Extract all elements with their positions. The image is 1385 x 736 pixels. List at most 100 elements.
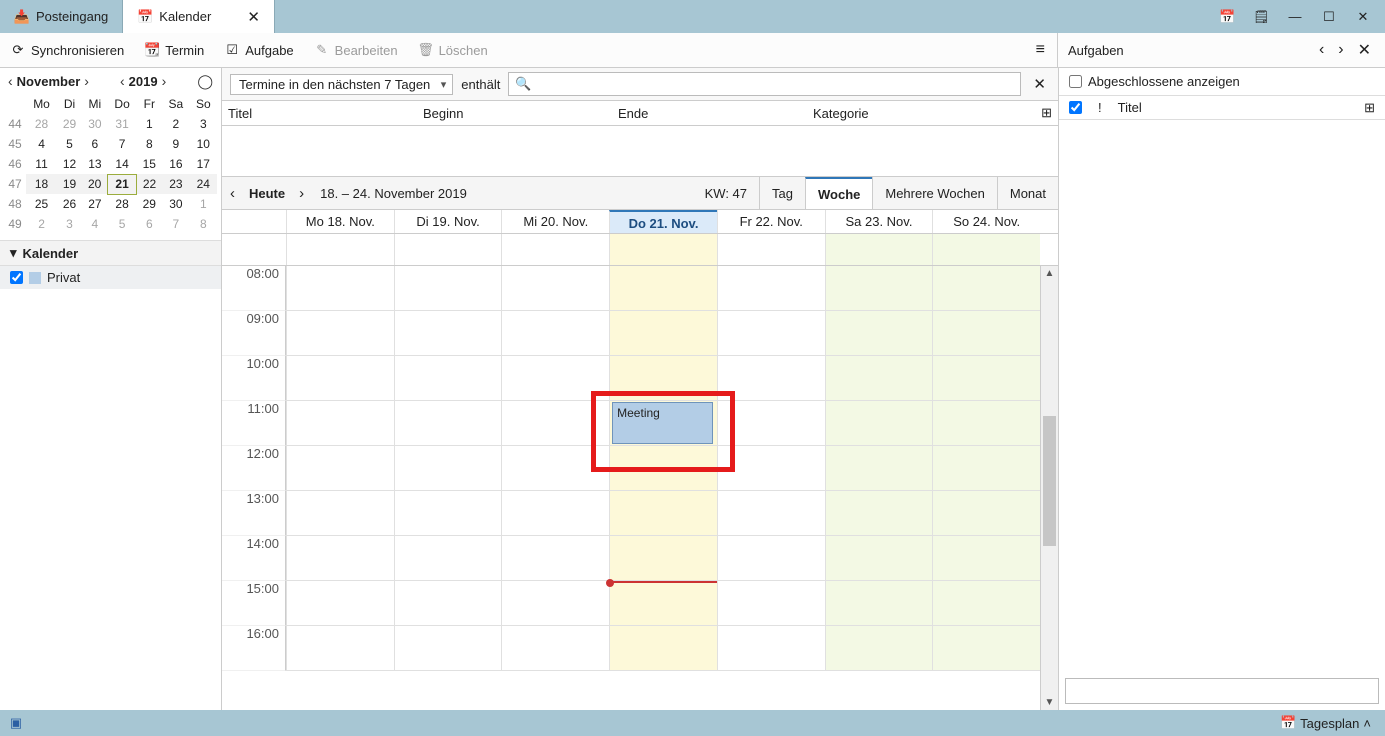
- time-slot[interactable]: [932, 356, 1040, 401]
- tasks-quick-icon[interactable]: 🗒: [1253, 9, 1269, 25]
- minical-day[interactable]: 13: [82, 154, 108, 174]
- minical-day[interactable]: 2: [162, 114, 189, 134]
- minical-day[interactable]: 12: [57, 154, 82, 174]
- list-options-icon[interactable]: ⊞: [1035, 105, 1058, 121]
- time-slot[interactable]: [717, 581, 825, 626]
- minical-day[interactable]: 7: [162, 214, 189, 234]
- minical-day[interactable]: 21: [108, 174, 137, 194]
- time-slot[interactable]: [501, 491, 609, 536]
- time-slot[interactable]: [501, 536, 609, 581]
- tasks-select-all-checkbox[interactable]: [1069, 101, 1082, 114]
- minical-day[interactable]: 25: [26, 194, 57, 214]
- calendars-section-header[interactable]: ▾ Kalender: [0, 240, 221, 266]
- minical-day[interactable]: 29: [136, 194, 162, 214]
- today-jump-button[interactable]: ◯: [195, 73, 215, 90]
- col-end[interactable]: Ende: [612, 106, 807, 121]
- time-slot[interactable]: [286, 536, 394, 581]
- time-slot[interactable]: [394, 401, 502, 446]
- filter-dropdown[interactable]: Termine in den nächsten 7 Tagen: [230, 74, 453, 95]
- day-header[interactable]: Do 21. Nov.: [609, 210, 717, 233]
- day-header[interactable]: Mo 18. Nov.: [286, 210, 394, 233]
- time-slot[interactable]: [394, 626, 502, 671]
- menu-button[interactable]: ≡: [1024, 41, 1057, 59]
- minical-day[interactable]: 28: [108, 194, 137, 214]
- minical-day[interactable]: 2: [26, 214, 57, 234]
- time-slot[interactable]: [825, 626, 933, 671]
- new-event-button[interactable]: 📆Termin: [134, 33, 214, 67]
- time-slot[interactable]: [932, 581, 1040, 626]
- tab-inbox[interactable]: 📥 Posteingang: [0, 0, 123, 33]
- minical-day[interactable]: 28: [26, 114, 57, 134]
- time-slot[interactable]: [609, 626, 717, 671]
- minical-day[interactable]: 30: [162, 194, 189, 214]
- minical-day[interactable]: 10: [190, 134, 217, 154]
- show-completed-checkbox[interactable]: [1069, 75, 1082, 88]
- minical-day[interactable]: 19: [57, 174, 82, 194]
- time-slot[interactable]: [286, 446, 394, 491]
- time-slot[interactable]: [932, 536, 1040, 581]
- day-plan-button[interactable]: 📅 Tagesplan ˄: [1274, 713, 1377, 733]
- col-begin[interactable]: Beginn: [417, 106, 612, 121]
- minical-day[interactable]: 7: [108, 134, 137, 154]
- time-slot[interactable]: [717, 401, 825, 446]
- prev-month-button[interactable]: ‹: [6, 73, 15, 89]
- scroll-thumb[interactable]: [1043, 416, 1056, 546]
- minical-day[interactable]: 1: [136, 114, 162, 134]
- minimize-button[interactable]: —: [1287, 9, 1303, 24]
- minical-day[interactable]: 26: [57, 194, 82, 214]
- sync-button[interactable]: ⟳Synchronisieren: [0, 33, 134, 67]
- time-slot[interactable]: [501, 626, 609, 671]
- minical-day[interactable]: 20: [82, 174, 108, 194]
- new-task-input[interactable]: [1065, 678, 1379, 704]
- time-slot[interactable]: [501, 356, 609, 401]
- time-slot[interactable]: [825, 311, 933, 356]
- time-slot[interactable]: [609, 491, 717, 536]
- col-title[interactable]: Titel: [222, 106, 417, 121]
- calendar-visible-checkbox[interactable]: [10, 271, 23, 284]
- minical-day[interactable]: 8: [136, 134, 162, 154]
- time-grid[interactable]: 08:0009:0010:0011:00Meeting12:0013:0014:…: [222, 266, 1040, 710]
- all-day-row[interactable]: [222, 234, 1058, 266]
- minical-day[interactable]: 15: [136, 154, 162, 174]
- next-task-button[interactable]: ›: [1334, 41, 1347, 59]
- calendar-quick-icon[interactable]: 📅: [1219, 9, 1235, 25]
- time-slot[interactable]: [932, 491, 1040, 536]
- day-header[interactable]: Fr 22. Nov.: [717, 210, 825, 233]
- time-slot[interactable]: [394, 536, 502, 581]
- minical-day[interactable]: 24: [190, 174, 217, 194]
- prev-task-button[interactable]: ‹: [1315, 41, 1328, 59]
- search-input[interactable]: [535, 77, 1014, 92]
- minical-day[interactable]: 6: [136, 214, 162, 234]
- scroll-up-icon[interactable]: ▲: [1041, 268, 1058, 279]
- minical-day[interactable]: 4: [82, 214, 108, 234]
- day-header[interactable]: So 24. Nov.: [932, 210, 1040, 233]
- time-slot[interactable]: [394, 266, 502, 311]
- time-slot[interactable]: [717, 491, 825, 536]
- time-slot[interactable]: [717, 266, 825, 311]
- time-slot[interactable]: [501, 401, 609, 446]
- time-slot[interactable]: [394, 581, 502, 626]
- time-slot[interactable]: [825, 581, 933, 626]
- tasks-col-title[interactable]: Titel: [1118, 100, 1142, 115]
- time-slot[interactable]: [609, 356, 717, 401]
- view-tab-month[interactable]: Monat: [997, 177, 1058, 209]
- time-slot[interactable]: [609, 266, 717, 311]
- next-week-button[interactable]: ›: [291, 185, 312, 202]
- time-slot[interactable]: [501, 581, 609, 626]
- day-header[interactable]: Sa 23. Nov.: [825, 210, 933, 233]
- minical-day[interactable]: 6: [82, 134, 108, 154]
- minical-day[interactable]: 4: [26, 134, 57, 154]
- time-slot[interactable]: [609, 581, 717, 626]
- minical-day[interactable]: 1: [190, 194, 217, 214]
- minical-day[interactable]: 22: [136, 174, 162, 194]
- minical-day[interactable]: 29: [57, 114, 82, 134]
- minical-day[interactable]: 30: [82, 114, 108, 134]
- time-slot[interactable]: [501, 311, 609, 356]
- minical-day[interactable]: 5: [108, 214, 137, 234]
- time-slot[interactable]: [286, 311, 394, 356]
- col-category[interactable]: Kategorie: [807, 106, 1035, 121]
- tab-calendar[interactable]: 📅 Kalender ✕: [123, 0, 275, 33]
- minical-day[interactable]: 27: [82, 194, 108, 214]
- time-slot[interactable]: [394, 356, 502, 401]
- time-slot[interactable]: Meeting: [609, 401, 717, 446]
